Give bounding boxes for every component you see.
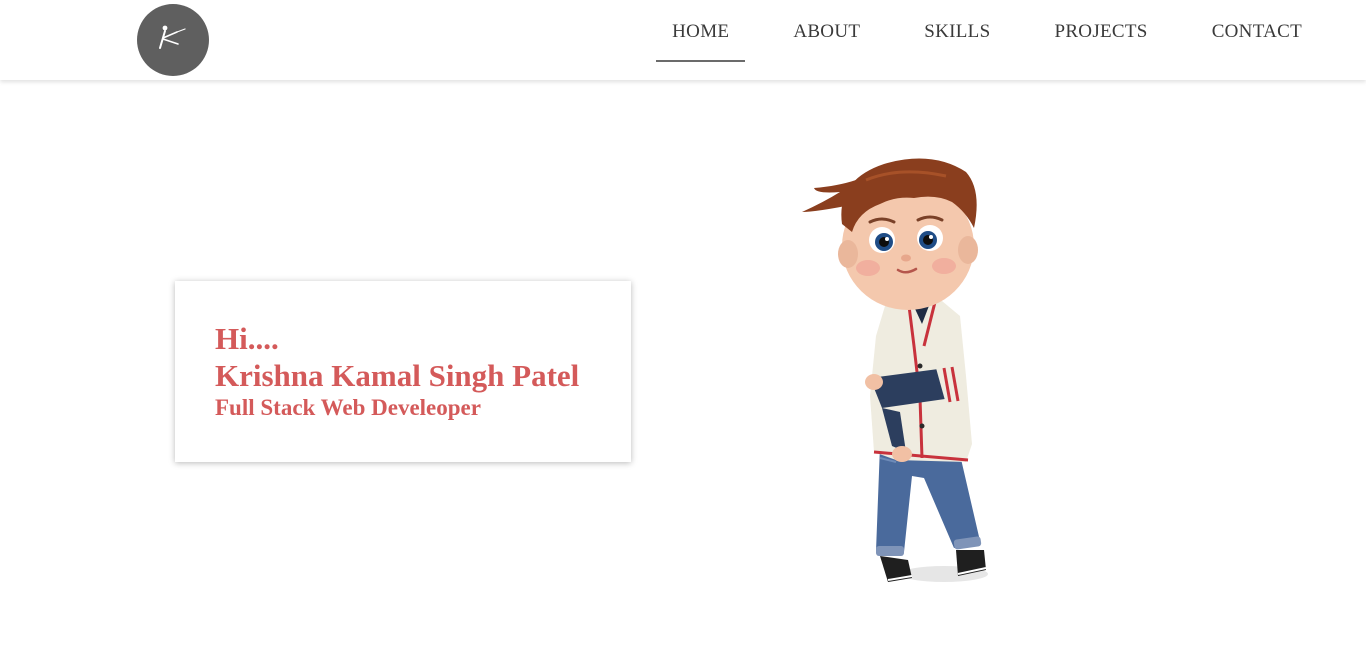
name-text: Krishna Kamal Singh Patel xyxy=(215,358,580,393)
role-text: Full Stack Web Develeoper xyxy=(215,395,481,420)
main-nav: HOME ABOUT SKILLS PROJECTS CONTACT xyxy=(656,0,1318,62)
nav-contact[interactable]: CONTACT xyxy=(1196,0,1318,62)
nav-home[interactable]: HOME xyxy=(656,0,746,62)
stick-figure-logo-icon xyxy=(159,25,186,49)
logo[interactable] xyxy=(137,4,209,76)
intro-card: Hi.... Krishna Kamal Singh Patel Full St… xyxy=(175,281,631,462)
greeting-text: Hi.... xyxy=(215,321,279,356)
cartoon-boy-illustration xyxy=(796,146,996,588)
navbar: HOME ABOUT SKILLS PROJECTS CONTACT xyxy=(0,0,1366,80)
nav-about[interactable]: ABOUT xyxy=(777,0,876,62)
nav-projects[interactable]: PROJECTS xyxy=(1038,0,1163,62)
nav-skills[interactable]: SKILLS xyxy=(908,0,1006,62)
